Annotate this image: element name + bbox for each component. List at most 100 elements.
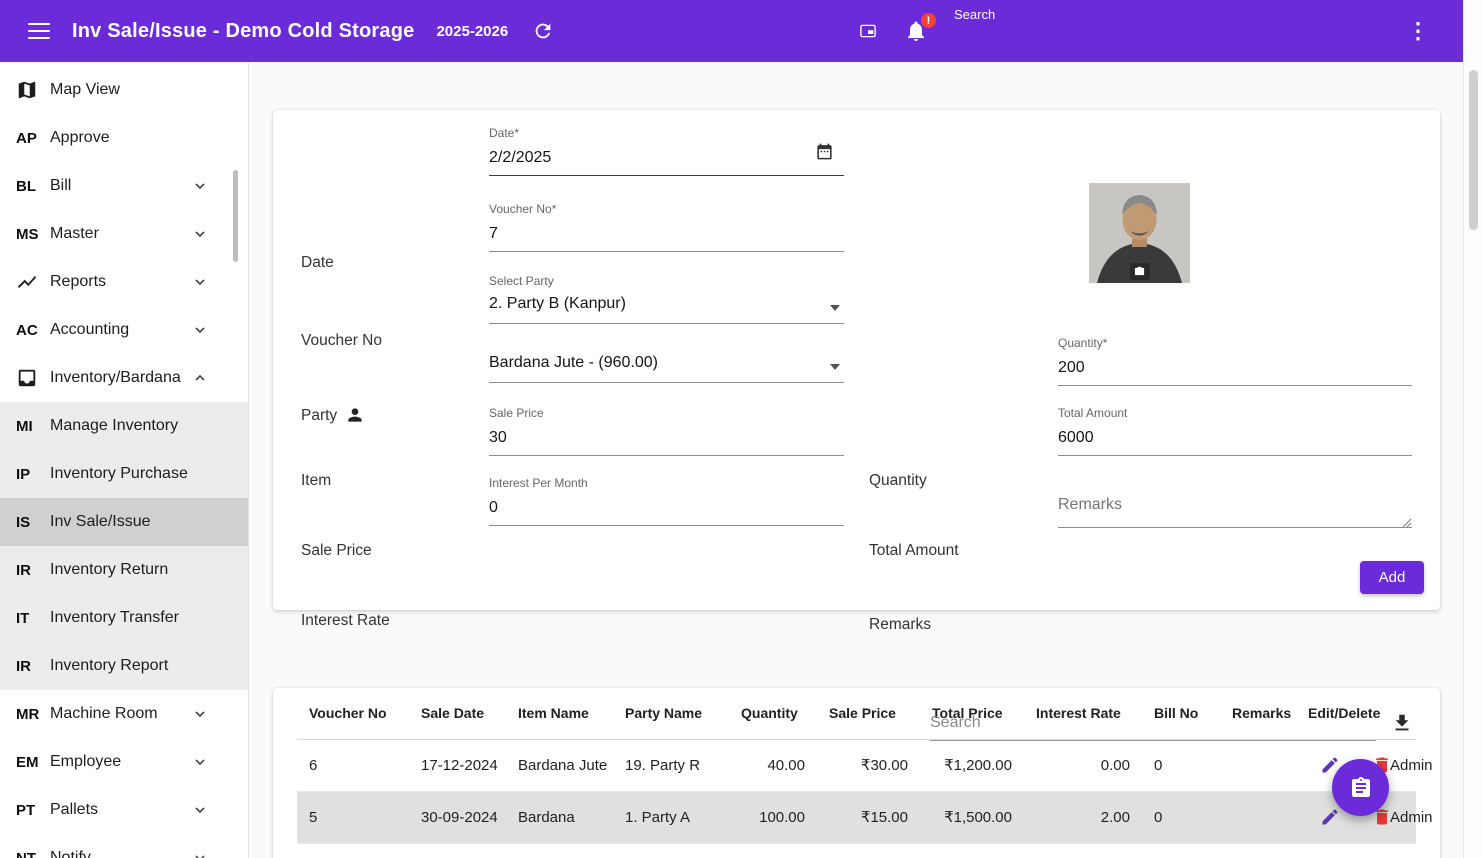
sidebar-item-accounting[interactable]: AC Accounting bbox=[0, 306, 248, 354]
sidebar-item-approve[interactable]: AP Approve bbox=[0, 114, 248, 162]
calendar-icon[interactable] bbox=[815, 142, 834, 161]
financial-year-selector[interactable]: 2025-2026 bbox=[436, 23, 508, 40]
add-button[interactable]: Add bbox=[1360, 561, 1424, 594]
sidebar-item-machine-room[interactable]: MR Machine Room bbox=[0, 690, 248, 738]
sidebar-item-label: Inventory Transfer bbox=[50, 609, 179, 627]
sidebar-item-label: Inv Sale/Issue bbox=[50, 513, 151, 531]
col-voucher-no[interactable]: Voucher No bbox=[297, 688, 409, 739]
party-photo[interactable] bbox=[1089, 183, 1190, 283]
notifications-bell-icon[interactable]: ! bbox=[904, 19, 928, 43]
chevron-down-icon bbox=[192, 754, 208, 770]
abbr-icon: PT bbox=[16, 802, 40, 819]
table-row[interactable]: 6 17-12-2024 Bardana Jute 19. Party R 40… bbox=[297, 739, 1416, 791]
cell-item-name: Bardana bbox=[506, 791, 613, 843]
sidebar-scrollbar[interactable] bbox=[233, 170, 238, 262]
sidebar-item-label: Inventory/Bardana bbox=[50, 369, 181, 387]
sidebar-item-notify[interactable]: NT Notify bbox=[0, 834, 248, 858]
sidebar-item-manage-inventory[interactable]: MI Manage Inventory bbox=[0, 402, 248, 450]
cell-sale-price: ₹15.00 bbox=[817, 791, 920, 843]
chevron-down-icon bbox=[192, 322, 208, 338]
col-item-name[interactable]: Item Name bbox=[506, 688, 613, 739]
remarks-field[interactable] bbox=[1058, 490, 1412, 528]
date-input[interactable] bbox=[489, 147, 844, 169]
sale-issue-table-card: Voucher No Sale Date Item Name Party Nam… bbox=[273, 688, 1440, 858]
chart-icon bbox=[16, 271, 40, 293]
cell-sale-price: ₹30.00 bbox=[817, 739, 920, 791]
party-select-value[interactable]: 2. Party B (Kanpur) bbox=[489, 295, 844, 317]
cell-party-name: 1. Party A bbox=[613, 791, 729, 843]
total-amount-field[interactable]: Total Amount bbox=[1058, 406, 1412, 456]
dropdown-caret-icon bbox=[830, 364, 840, 370]
edit-icon[interactable] bbox=[1320, 807, 1340, 827]
date-row-label: Date bbox=[301, 254, 334, 272]
item-select[interactable]: Bardana Jute - (960.00) bbox=[489, 354, 844, 383]
overflow-menu-icon[interactable]: ⋮ bbox=[1407, 20, 1429, 42]
fab-assignment-button[interactable] bbox=[1332, 759, 1389, 816]
search-input[interactable] bbox=[930, 710, 1376, 740]
sidebar-item-label: Employee bbox=[50, 753, 121, 771]
col-sale-price[interactable]: Sale Price bbox=[817, 688, 920, 739]
cell-created-by: Admin bbox=[1386, 791, 1416, 843]
col-party-name[interactable]: Party Name bbox=[613, 688, 729, 739]
voucher-field[interactable]: Voucher No* bbox=[489, 202, 844, 252]
abbr-icon: IR bbox=[16, 562, 40, 579]
voucher-input[interactable] bbox=[489, 223, 844, 245]
sidebar-item-label: Reports bbox=[50, 273, 106, 291]
sidebar-item-inventory-transfer[interactable]: IT Inventory Transfer bbox=[0, 594, 248, 642]
sidebar-item-pallets[interactable]: PT Pallets bbox=[0, 786, 248, 834]
page-scrollbar[interactable] bbox=[1463, 0, 1483, 858]
sidebar-item-bill[interactable]: BL Bill bbox=[0, 162, 248, 210]
sale-price-field[interactable]: Sale Price bbox=[489, 406, 844, 456]
remarks-row-label: Remarks bbox=[869, 616, 931, 634]
item-select-value[interactable]: Bardana Jute - (960.00) bbox=[489, 354, 844, 376]
table-search-field[interactable] bbox=[930, 710, 1376, 741]
sidebar-item-employee[interactable]: EM Employee bbox=[0, 738, 248, 786]
resize-grip-icon[interactable] bbox=[1402, 515, 1412, 525]
card-icon[interactable] bbox=[858, 22, 878, 40]
abbr-icon: AP bbox=[16, 130, 40, 147]
abbr-icon: MI bbox=[16, 418, 40, 435]
sidebar-item-inventory-bardana[interactable]: Inventory/Bardana bbox=[0, 354, 248, 402]
sidebar-item-map-view[interactable]: Map View bbox=[0, 66, 248, 114]
abbr-icon: IS bbox=[16, 514, 40, 531]
sidebar-item-label: Manage Inventory bbox=[50, 417, 178, 435]
sidebar-item-inventory-report[interactable]: IR Inventory Report bbox=[0, 642, 248, 690]
sidebar-item-master[interactable]: MS Master bbox=[0, 210, 248, 258]
sidebar-item-label: Master bbox=[50, 225, 99, 243]
col-quantity[interactable]: Quantity bbox=[729, 688, 817, 739]
search-label[interactable]: Search bbox=[954, 7, 995, 22]
page-scrollbar-thumb[interactable] bbox=[1469, 70, 1478, 230]
quantity-field[interactable]: Quantity* bbox=[1058, 336, 1412, 386]
sidebar-item-inventory-return[interactable]: IR Inventory Return bbox=[0, 546, 248, 594]
col-sale-date[interactable]: Sale Date bbox=[409, 688, 506, 739]
refresh-icon[interactable] bbox=[532, 20, 554, 42]
chevron-down-icon bbox=[192, 226, 208, 242]
item-row-label: Item bbox=[301, 472, 331, 490]
sidebar-item-inventory-purchase[interactable]: IP Inventory Purchase bbox=[0, 450, 248, 498]
sidebar-item-inv-sale-issue[interactable]: IS Inv Sale/Issue bbox=[0, 498, 248, 546]
abbr-icon: MS bbox=[16, 226, 40, 243]
interest-input[interactable] bbox=[489, 497, 844, 519]
menu-icon[interactable] bbox=[28, 23, 50, 39]
chevron-down-icon bbox=[192, 178, 208, 194]
person-icon bbox=[345, 405, 365, 425]
remarks-textarea[interactable] bbox=[1058, 490, 1412, 527]
interest-field[interactable]: Interest Per Month bbox=[489, 476, 844, 526]
cell-remarks bbox=[1220, 791, 1296, 843]
sidebar-item-reports[interactable]: Reports bbox=[0, 258, 248, 306]
table-row[interactable]: 5 30-09-2024 Bardana 1. Party A 100.00 ₹… bbox=[297, 791, 1416, 843]
sidebar-item-label: Notify bbox=[50, 849, 91, 858]
cell-created-by: Admin bbox=[1386, 739, 1416, 791]
party-select[interactable]: Select Party 2. Party B (Kanpur) bbox=[489, 274, 844, 324]
date-field[interactable]: Date* bbox=[489, 126, 844, 176]
page-title: Inv Sale/Issue - Demo Cold Storage bbox=[72, 20, 414, 43]
quantity-input[interactable] bbox=[1058, 357, 1412, 379]
cell-item-name: Bardana Jute bbox=[506, 739, 613, 791]
sale-price-input[interactable] bbox=[489, 427, 844, 449]
interest-row-label: Interest Rate bbox=[301, 612, 390, 630]
total-amount-input[interactable] bbox=[1058, 427, 1412, 449]
party-field-label: Select Party bbox=[489, 274, 844, 288]
download-icon[interactable] bbox=[1391, 712, 1413, 734]
abbr-icon: BL bbox=[16, 178, 40, 195]
camera-icon[interactable] bbox=[1130, 263, 1150, 280]
